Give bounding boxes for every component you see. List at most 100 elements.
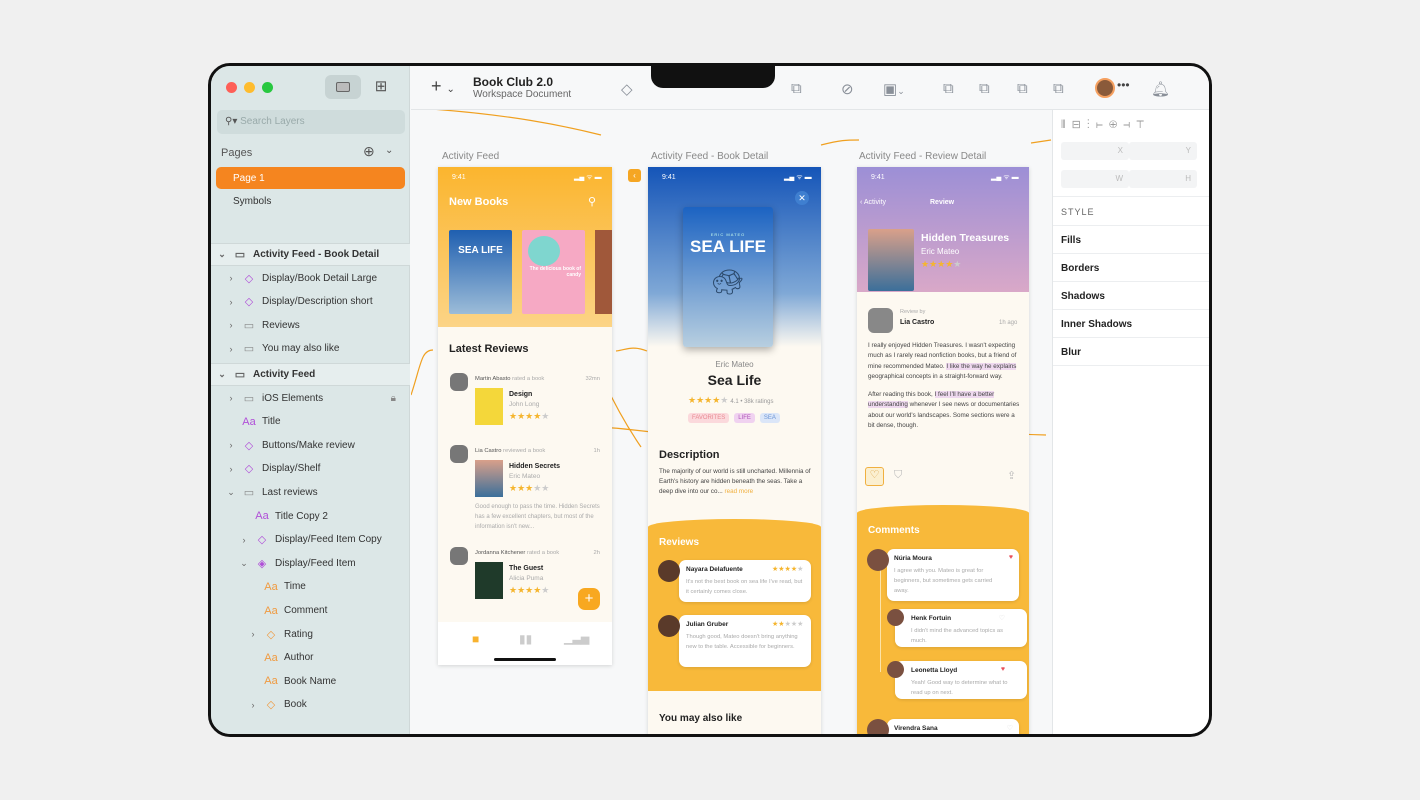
comment-card[interactable]: Leonetta Lloyd ♥ Yeah! Good way to deter… bbox=[887, 661, 1027, 711]
chevron-right-icon[interactable]: › bbox=[226, 297, 236, 307]
layer-item[interactable]: › ◇ Display/Feed Item Copy bbox=[211, 528, 410, 551]
chevron-right-icon[interactable]: › bbox=[226, 440, 236, 450]
review-card[interactable]: Julian Gruber ★★★★★ Though good, Mateo d… bbox=[658, 615, 813, 667]
chevron-down-icon[interactable]: ⌄ bbox=[239, 558, 249, 569]
read-more-link[interactable]: read more bbox=[724, 488, 753, 495]
resize-icon[interactable]: ▣⌄ bbox=[883, 80, 905, 98]
comment-card[interactable]: Henk Fortuin ♡ I didn't mind the advance… bbox=[887, 609, 1027, 659]
layer-item[interactable]: › ▭ iOS Elements 🔒︎ bbox=[211, 387, 410, 410]
book-cover-sea-life[interactable]: SEA LIFE bbox=[449, 230, 512, 314]
layer-item[interactable]: Aa Comment bbox=[211, 599, 410, 622]
layer-item[interactable]: Aa Author bbox=[211, 646, 410, 669]
heart-icon[interactable]: ♥ bbox=[1001, 666, 1005, 673]
chevron-down-icon[interactable]: ⌄ bbox=[217, 249, 227, 260]
layer-item[interactable]: Aa Time bbox=[211, 575, 410, 598]
layer-item[interactable]: ⌄ ▭ Activity Feed bbox=[211, 363, 410, 386]
tag-life[interactable]: LIFE bbox=[734, 413, 755, 423]
chevron-down-icon[interactable]: ⌄ bbox=[217, 369, 227, 380]
x-field[interactable]: X bbox=[1061, 142, 1129, 160]
page-item-symbols[interactable]: Symbols bbox=[216, 190, 405, 212]
heart-icon[interactable]: ♥ bbox=[1009, 554, 1013, 561]
back-button[interactable]: ‹ Activity bbox=[860, 199, 886, 206]
chevron-right-icon[interactable]: › bbox=[248, 700, 258, 710]
layer-item[interactable]: Aa Title Copy 2 bbox=[211, 505, 410, 528]
inspector-section-fills[interactable]: Fills bbox=[1053, 226, 1209, 254]
artboard-label-activity-feed[interactable]: Activity Feed bbox=[442, 151, 499, 162]
layer-item[interactable]: ⌄ ◈ Display/Feed Item bbox=[211, 552, 410, 575]
inspector-section-inner-shadows[interactable]: Inner Shadows bbox=[1053, 310, 1209, 338]
width-field[interactable]: W bbox=[1061, 170, 1129, 188]
chevron-right-icon[interactable]: › bbox=[248, 629, 258, 639]
y-field[interactable]: Y bbox=[1129, 142, 1197, 160]
layer-item[interactable]: ⌄ ▭ Activity Feed - Book Detail bbox=[211, 243, 410, 266]
more-icon[interactable]: ••• bbox=[1117, 78, 1130, 92]
union-icon[interactable]: ⧉ bbox=[943, 80, 954, 97]
transform-icon[interactable]: ⧉ bbox=[791, 80, 802, 97]
layer-item[interactable]: › ◇ Display/Shelf bbox=[211, 457, 410, 480]
subtract-icon[interactable]: ⧉ bbox=[979, 80, 990, 97]
heart-icon[interactable]: ♡ bbox=[1007, 724, 1013, 732]
layer-item[interactable]: › ◇ Display/Description short bbox=[211, 290, 410, 313]
layer-item[interactable]: › ◇ Display/Book Detail Large bbox=[211, 267, 410, 290]
book-thumbnail[interactable] bbox=[475, 562, 503, 599]
tab-library-icon[interactable]: ▮▮ bbox=[519, 632, 532, 646]
search-icon[interactable]: ⚲ bbox=[588, 195, 596, 208]
user-avatar[interactable] bbox=[1095, 78, 1115, 98]
difference-icon[interactable]: ⧉ bbox=[1053, 80, 1064, 97]
edit-icon[interactable]: ⊘ bbox=[841, 80, 854, 98]
heart-icon[interactable]: ♡ bbox=[999, 614, 1005, 622]
bell-icon[interactable]: 🔔︎ bbox=[1151, 80, 1170, 98]
layer-item[interactable]: Aa Book Name bbox=[211, 670, 410, 693]
tab-stats-icon[interactable]: ▁▃▅ bbox=[564, 632, 589, 645]
chevron-right-icon[interactable]: › bbox=[226, 344, 236, 354]
height-field[interactable]: H bbox=[1129, 170, 1197, 188]
artboard-label-book-detail[interactable]: Activity Feed - Book Detail bbox=[651, 151, 768, 162]
chevron-right-icon[interactable]: › bbox=[226, 320, 236, 330]
artboard-label-review-detail[interactable]: Activity Feed - Review Detail bbox=[859, 151, 986, 162]
artboard-book-detail[interactable]: 9:41 ▂▄ ᯤ ▬ ✕ ERIC MATEO SEA LIFE 🐢︎ Eri… bbox=[648, 167, 821, 734]
artboard-review-detail[interactable]: 9:41 ▂▄ ᯤ ▬ ‹ Activity Review Hidden Tre… bbox=[857, 167, 1029, 734]
canvas[interactable]: Activity Feed 9:41 ▂▄ ᯤ ▬ New Books ⚲ SE… bbox=[411, 110, 1052, 734]
layer-item[interactable]: ⌄ ▭ Last reviews bbox=[211, 481, 410, 504]
collapse-pages-button[interactable]: ⌄ bbox=[385, 145, 393, 156]
chevron-right-icon[interactable]: › bbox=[226, 393, 236, 403]
alignment-toolbar[interactable]: ⫴⊟⋮⊢⊕⊣⊤ bbox=[1061, 118, 1150, 132]
close-icon[interactable]: ✕ bbox=[795, 191, 809, 205]
book-cover[interactable] bbox=[595, 230, 612, 314]
lock-icon[interactable]: 🔒︎ bbox=[391, 393, 396, 404]
zoom-window-button[interactable] bbox=[262, 82, 273, 93]
layer-item[interactable]: › ◇ Buttons/Make review bbox=[211, 434, 410, 457]
book-cover-candy[interactable]: The delicious book of candy bbox=[522, 230, 585, 314]
artboard-activity-feed[interactable]: 9:41 ▂▄ ᯤ ▬ New Books ⚲ SEA LIFE The del… bbox=[438, 167, 612, 665]
comment-card[interactable]: Virendra Sana ♡ bbox=[867, 719, 1019, 734]
layer-item[interactable]: › ▭ You may also like bbox=[211, 337, 410, 360]
layer-item[interactable]: › ◇ Book bbox=[211, 693, 410, 716]
inspector-section-shadows[interactable]: Shadows bbox=[1053, 282, 1209, 310]
back-link-icon[interactable]: ‹ bbox=[628, 169, 641, 182]
make-review-button[interactable]: + bbox=[578, 588, 600, 610]
canvas-view-button[interactable] bbox=[325, 75, 361, 99]
like-button[interactable]: ♡ bbox=[865, 467, 884, 486]
book-thumbnail[interactable] bbox=[475, 388, 503, 425]
chevron-right-icon[interactable]: › bbox=[239, 535, 249, 545]
comment-card[interactable]: Núria Moura ♥ I agree with you. Mateo is… bbox=[867, 549, 1019, 601]
intersect-icon[interactable]: ⧉ bbox=[1017, 80, 1028, 97]
minimize-window-button[interactable] bbox=[244, 82, 255, 93]
inspector-section-borders[interactable]: Borders bbox=[1053, 254, 1209, 282]
tab-feed-icon[interactable]: ■ bbox=[472, 632, 479, 646]
chevron-down-icon[interactable]: ⌄ bbox=[226, 487, 236, 498]
review-card[interactable]: Nayara Delafuente ★★★★★ It's not the bes… bbox=[658, 560, 813, 610]
feed-item[interactable]: Lia Castro reviewed a book 1h Hidden Sec… bbox=[438, 445, 612, 530]
book-thumbnail[interactable] bbox=[475, 460, 503, 497]
inspector-section-blur[interactable]: Blur bbox=[1053, 338, 1209, 366]
create-symbol-icon[interactable]: ◇ bbox=[621, 80, 633, 98]
insert-button[interactable]: + ⌄ bbox=[431, 76, 455, 97]
bookmark-icon[interactable]: ⛉ bbox=[894, 469, 902, 482]
layer-item[interactable]: › ◇ Rating bbox=[211, 623, 410, 646]
chevron-right-icon[interactable]: › bbox=[226, 464, 236, 474]
layer-item[interactable]: › ▭ Reviews bbox=[211, 314, 410, 337]
chevron-right-icon[interactable]: › bbox=[226, 273, 236, 283]
search-layers-input[interactable]: ⚲▾ Search Layers bbox=[217, 110, 405, 134]
layer-item[interactable]: Aa Title bbox=[211, 410, 410, 433]
close-window-button[interactable] bbox=[226, 82, 237, 93]
